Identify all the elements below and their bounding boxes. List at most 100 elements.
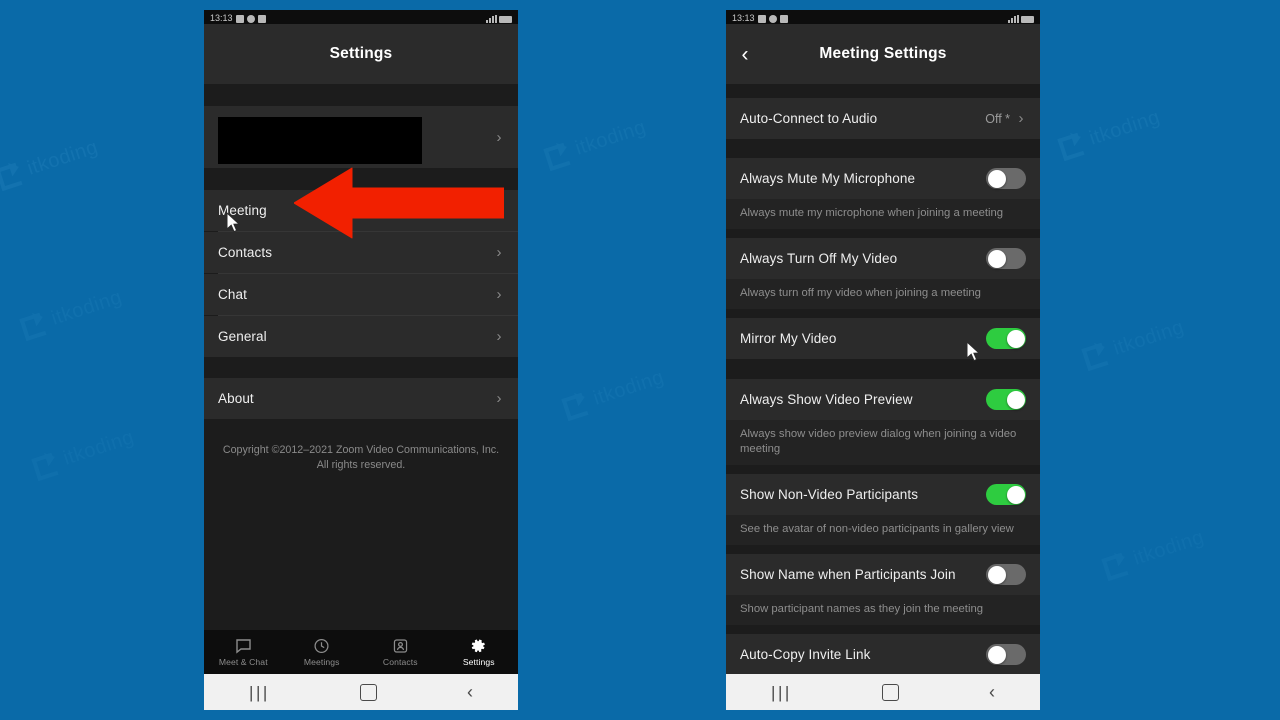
sidebar-item-meeting[interactable]: Meeting ›	[204, 190, 518, 231]
battery-icon	[499, 16, 512, 23]
profile-row[interactable]: ›	[204, 106, 518, 168]
setting-label: Always Turn Off My Video	[740, 251, 898, 266]
watermark: itkoding	[29, 424, 138, 481]
settings-scroll-area[interactable]: › Meeting › Contacts › Chat › General › …	[204, 84, 518, 630]
status-bar-right	[486, 15, 512, 23]
tab-settings[interactable]: Settings	[440, 638, 519, 667]
toggle-always-mute-my-microphone[interactable]	[986, 168, 1026, 189]
status-bar: 13:13	[726, 10, 1040, 24]
watermark-label: itkoding	[1110, 315, 1187, 360]
menu-item-label: Contacts	[218, 245, 273, 260]
menu-item-label: Chat	[218, 287, 247, 302]
setting-row-always-turn-off-my-video[interactable]: Always Turn Off My Video	[726, 238, 1040, 279]
redacted-profile-block	[218, 117, 422, 164]
section-gap	[726, 545, 1040, 554]
whatsapp-icon	[768, 14, 777, 23]
setting-row-auto-copy-invite-link[interactable]: Auto-Copy Invite Link	[726, 634, 1040, 674]
setting-row-mirror-my-video[interactable]: Mirror My Video	[726, 318, 1040, 359]
setting-row-auto-connect-to-audio[interactable]: Auto-Connect to Audio Off * ›	[726, 98, 1040, 139]
notification-icon	[235, 14, 244, 23]
tab-label: Meetings	[303, 656, 340, 667]
toggle-mirror-my-video[interactable]	[986, 328, 1026, 349]
setting-row-show-name-when-participants-join[interactable]: Show Name when Participants Join	[726, 554, 1040, 595]
setting-row-always-mute-my-microphone[interactable]: Always Mute My Microphone	[726, 158, 1040, 199]
sidebar-item-general[interactable]: General ›	[204, 316, 518, 357]
back-chevron-icon[interactable]: ‹	[734, 43, 756, 65]
setting-label: Show Non-Video Participants	[740, 487, 919, 502]
back-button[interactable]: ‹	[467, 683, 473, 701]
sidebar-item-about[interactable]: About ›	[204, 378, 518, 419]
section-gap	[726, 139, 1040, 158]
section-gap	[204, 168, 518, 190]
watermark-label: itkoding	[60, 425, 137, 470]
tab-label: Settings	[462, 656, 495, 667]
toggle-show-name-when-participants-join[interactable]	[986, 564, 1026, 585]
setting-label: Show Name when Participants Join	[740, 567, 956, 582]
chevron-right-icon: ›	[496, 202, 502, 219]
right-phone-screenshot: 13:13 ‹ Meeting Settings Auto-Connect to…	[726, 10, 1040, 710]
setting-description: Always show video preview dialog when jo…	[726, 420, 1040, 465]
section-gap	[726, 84, 1040, 98]
setting-value: Off *	[985, 111, 1010, 126]
signal-icon	[486, 15, 497, 23]
meeting-settings-scroll-area[interactable]: Auto-Connect to Audio Off * › Always Mut…	[726, 84, 1040, 674]
chevron-right-icon: ›	[496, 328, 502, 345]
chat-bubble-icon	[235, 638, 252, 654]
section-gap	[726, 229, 1040, 238]
setting-label: Always Show Video Preview	[740, 392, 913, 407]
status-bar: 13:13	[204, 10, 518, 24]
watermark-logo-icon	[1055, 129, 1088, 162]
menu-item-label: General	[218, 329, 267, 344]
status-bar-left: 13:13	[732, 14, 788, 23]
section-gap	[726, 309, 1040, 318]
tab-meetings[interactable]: Meetings	[283, 638, 362, 667]
status-bar-right	[1008, 15, 1034, 23]
watermark: itkoding	[541, 114, 650, 171]
gear-icon	[470, 638, 487, 654]
back-button[interactable]: ‹	[989, 683, 995, 701]
chevron-right-icon: ›	[496, 390, 502, 407]
setting-row-show-non-video-participants[interactable]: Show Non-Video Participants	[726, 474, 1040, 515]
android-navigation-bar: ||| ‹	[726, 674, 1040, 710]
chevron-right-icon: ›	[496, 286, 502, 303]
toggle-show-non-video-participants[interactable]	[986, 484, 1026, 505]
android-navigation-bar: ||| ‹	[204, 674, 518, 710]
section-gap	[726, 359, 1040, 379]
recent-apps-button[interactable]: |||	[771, 684, 792, 701]
watermark-label: itkoding	[48, 285, 125, 330]
copyright-notice: Copyright ©2012–2021 Zoom Video Communic…	[204, 419, 518, 473]
section-gap	[204, 84, 518, 106]
watermark: itkoding	[1055, 104, 1164, 161]
tab-contacts[interactable]: Contacts	[361, 638, 440, 667]
tab-label: Contacts	[382, 656, 418, 667]
page-title: Settings	[329, 45, 393, 62]
meeting-settings-app-bar: ‹ Meeting Settings	[726, 24, 1040, 84]
status-bar-clock: 13:13	[210, 13, 233, 23]
toggle-always-turn-off-my-video[interactable]	[986, 248, 1026, 269]
recent-apps-button[interactable]: |||	[249, 684, 270, 701]
watermark: itkoding	[1099, 524, 1208, 581]
setting-label: Always Mute My Microphone	[740, 171, 916, 186]
sidebar-item-contacts[interactable]: Contacts ›	[204, 232, 518, 273]
setting-row-always-show-video-preview[interactable]: Always Show Video Preview	[726, 379, 1040, 420]
copyright-line-2: All rights reserved.	[316, 459, 406, 471]
notification-icon	[757, 14, 766, 23]
watermark-label: itkoding	[572, 115, 649, 160]
status-bar-clock: 13:13	[732, 13, 755, 23]
watermark: itkoding	[17, 284, 126, 341]
toggle-auto-copy-invite-link[interactable]	[986, 644, 1026, 665]
setting-label: Auto-Copy Invite Link	[740, 647, 871, 662]
watermark-logo-icon	[1099, 549, 1132, 582]
setting-description: Show participant names as they join the …	[726, 595, 1040, 625]
tab-meet-and-chat[interactable]: Meet & Chat	[204, 638, 283, 667]
toggle-always-show-video-preview[interactable]	[986, 389, 1026, 410]
home-button[interactable]	[881, 683, 899, 701]
home-button[interactable]	[359, 683, 377, 701]
settings-app-bar: Settings	[204, 24, 518, 84]
watermark-label: itkoding	[24, 135, 101, 180]
tab-label: Meet & Chat	[218, 656, 268, 667]
chevron-right-icon: ›	[1018, 110, 1024, 127]
sidebar-item-chat[interactable]: Chat ›	[204, 274, 518, 315]
watermark: itkoding	[559, 364, 668, 421]
watermark-logo-icon	[559, 389, 592, 422]
